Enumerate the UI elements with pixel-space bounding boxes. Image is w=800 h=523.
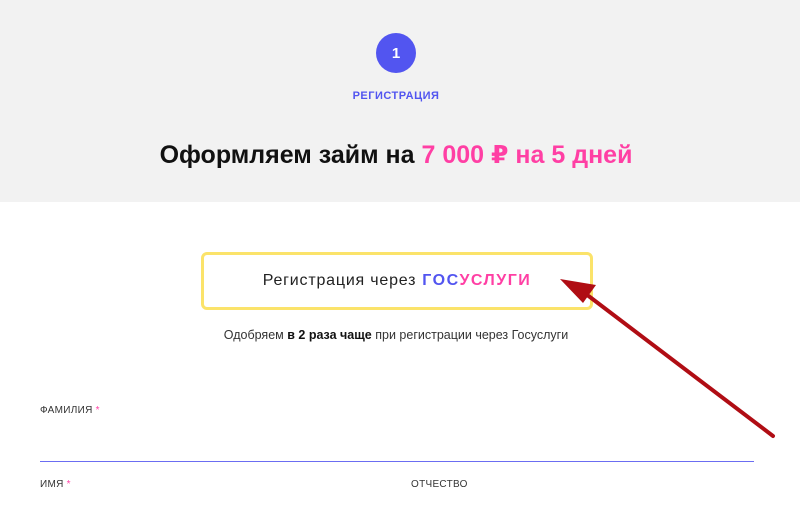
required-mark: *	[95, 405, 100, 416]
surname-label: ФАМИЛИЯ *	[40, 405, 100, 416]
approval-note: Одобряем в 2 раза чаще при регистрации ч…	[0, 328, 792, 342]
note-after: при регистрации через Госуслуги	[375, 328, 569, 342]
surname-input[interactable]	[40, 428, 754, 458]
title-prefix: Оформляем займ на	[159, 141, 415, 169]
step-label: РЕГИСТРАЦИЯ	[352, 90, 440, 102]
arrow-shaft	[580, 289, 775, 438]
patronymic-label-text: ОТЧЕСТВО	[411, 479, 468, 490]
header-section: 1 РЕГИСТРАЦИЯ Оформляем займ на 7 000 ₽ …	[0, 0, 800, 202]
loan-amount: 7 000 ₽	[421, 141, 509, 169]
loan-term: 5 дней	[551, 141, 633, 169]
surname-underline	[40, 461, 754, 462]
gosuslugi-brand-part2: УСЛУГИ	[459, 272, 532, 289]
step-number-badge: 1	[376, 33, 416, 73]
gosuslugi-brand-part1: ГОС	[422, 272, 460, 289]
name-label-text: ИМЯ	[40, 479, 64, 490]
required-mark: *	[66, 479, 71, 490]
note-before: Одобряем	[223, 328, 284, 342]
gosuslugi-register-button[interactable]: Регистрация через ГОСУСЛУГИ	[201, 252, 593, 310]
step-number: 1	[391, 44, 401, 62]
surname-label-text: ФАМИЛИЯ	[40, 405, 93, 416]
page-title: Оформляем займ на 7 000 ₽ на 5 дней	[0, 140, 792, 170]
patronymic-label: ОТЧЕСТВО	[411, 479, 468, 490]
title-middle: на	[515, 141, 545, 169]
name-label: ИМЯ *	[40, 479, 71, 490]
gosuslugi-button-label: Регистрация через	[262, 272, 417, 289]
gosuslugi-logo-text: ГОСУСЛУГИ	[422, 272, 531, 290]
note-bold: в 2 раза чаще	[287, 328, 372, 342]
